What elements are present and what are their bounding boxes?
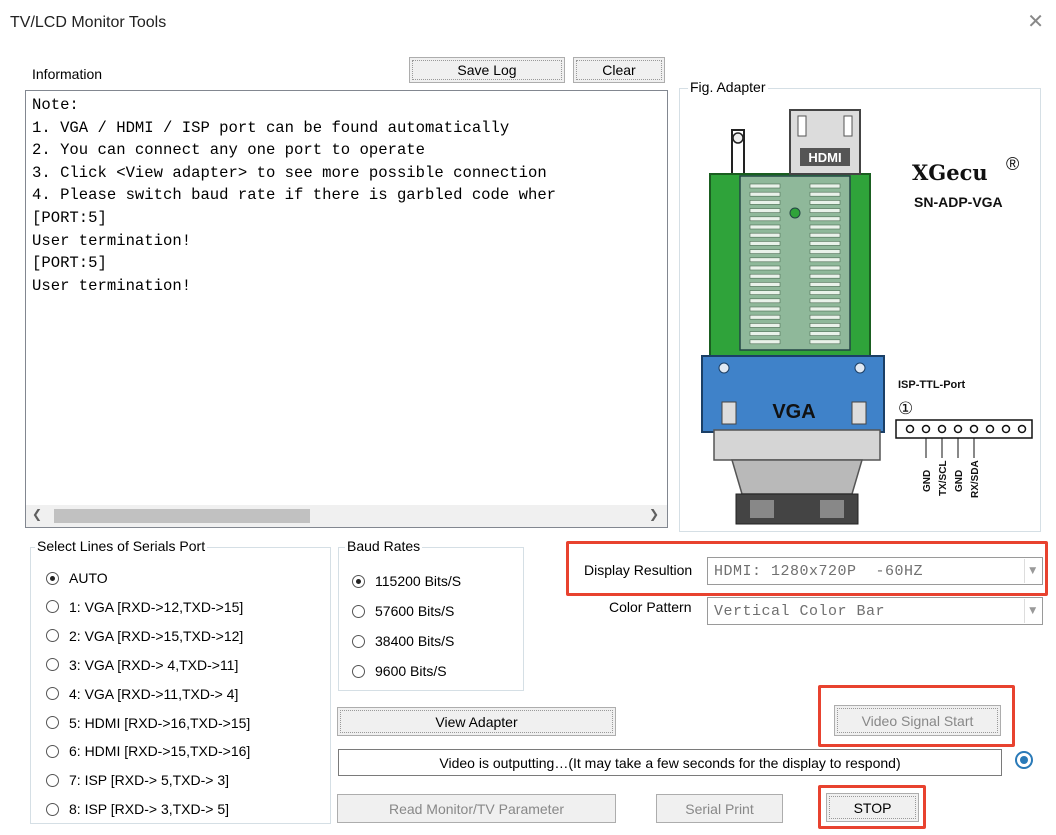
serial-line-option[interactable]: 1: VGA [RXD->12,TXD->15] xyxy=(46,599,243,615)
brand-logo: XGecu xyxy=(912,160,988,185)
read-monitor-parameter-button[interactable]: Read Monitor/TV Parameter xyxy=(337,794,616,823)
pin-label-rx-sda: RX/SDA xyxy=(970,460,981,498)
log-line: User termination! xyxy=(32,276,192,295)
color-pattern-dropdown[interactable]: Vertical Color Bar ▼ xyxy=(707,597,1043,625)
baud-rate-option[interactable]: 9600 Bits/S xyxy=(352,663,447,679)
log-line: User termination! xyxy=(32,231,192,250)
serial-line-option-label: 4: VGA [RXD->11,TXD-> 4] xyxy=(69,685,239,702)
pin-label-gnd-1: GND xyxy=(922,470,933,492)
isp-port-label: ISP-TTL-Port xyxy=(898,379,966,391)
radio-button-icon[interactable] xyxy=(46,773,59,787)
log-line: 3. Click <View adapter> to see more poss… xyxy=(32,163,547,182)
vga-label: VGA xyxy=(772,401,815,423)
radio-button-icon[interactable] xyxy=(352,664,365,678)
scroll-right-icon[interactable]: ❯ xyxy=(649,507,659,521)
serial-line-option-label: 1: VGA [RXD->12,TXD->15] xyxy=(69,598,244,615)
serial-print-button[interactable]: Serial Print xyxy=(656,794,783,823)
color-pattern-value: Vertical Color Bar xyxy=(714,602,886,620)
view-adapter-button[interactable]: View Adapter xyxy=(337,707,616,736)
pin-label-gnd-2: GND xyxy=(954,470,965,492)
serial-line-option[interactable]: 7: ISP [RXD-> 5,TXD-> 3] xyxy=(46,772,229,788)
serial-line-option-label: 2: VGA [RXD->15,TXD->12] xyxy=(69,627,244,644)
window-title: TV/LCD Monitor Tools xyxy=(10,14,167,31)
radio-button-icon[interactable] xyxy=(352,604,365,618)
log-line: 2. You can connect any one port to opera… xyxy=(32,141,426,160)
serial-line-option[interactable]: 6: HDMI [RXD->15,TXD->16] xyxy=(46,743,250,759)
serial-line-option-label: 6: HDMI [RXD->15,TXD->16] xyxy=(69,743,251,760)
adapter-image: HDMI VGA XGecu ® SN-ADP-VGA ISP-TTL-Port… xyxy=(701,109,1033,525)
log-line: [PORT:5] xyxy=(32,254,107,273)
chevron-down-icon[interactable]: ▼ xyxy=(1024,559,1041,583)
clear-button[interactable]: Clear xyxy=(573,57,665,83)
serial-lines-legend: Select Lines of Serials Port xyxy=(35,538,208,554)
color-pattern-label: Color Pattern xyxy=(609,599,692,615)
baud-rate-option-label: 38400 Bits/S xyxy=(375,633,455,649)
serial-line-option-label: AUTO xyxy=(69,570,108,586)
baud-rate-option[interactable]: 115200 Bits/S xyxy=(352,573,461,589)
radio-button-icon[interactable] xyxy=(352,634,365,648)
log-line: [PORT:5] xyxy=(32,208,107,227)
registered-mark: ® xyxy=(1006,154,1019,174)
serial-line-option[interactable]: 4: VGA [RXD->11,TXD-> 4] xyxy=(46,686,238,702)
adapter-figure-legend: Fig. Adapter xyxy=(688,79,768,95)
display-resolution-value: HDMI: 1280x720P -60HZ xyxy=(714,562,924,580)
serial-line-option[interactable]: 2: VGA [RXD->15,TXD->12] xyxy=(46,628,243,644)
pin-one-marker: ① xyxy=(898,399,913,418)
serial-line-option-label: 5: HDMI [RXD->16,TXD->15] xyxy=(69,714,251,731)
model-label: SN-ADP-VGA xyxy=(914,194,1003,210)
information-text: Note: 1. VGA / HDMI / ISP port can be fo… xyxy=(26,91,667,297)
baud-rates-legend: Baud Rates xyxy=(345,538,423,554)
radio-button-icon[interactable] xyxy=(46,744,59,758)
stop-button[interactable]: STOP xyxy=(826,793,919,822)
display-resolution-dropdown[interactable]: HDMI: 1280x720P -60HZ ▼ xyxy=(707,557,1043,585)
horizontal-scrollbar[interactable]: ❮ ❯ xyxy=(26,505,667,527)
save-log-button[interactable]: Save Log xyxy=(409,57,565,83)
serial-line-option[interactable]: 3: VGA [RXD-> 4,TXD->11] xyxy=(46,657,238,673)
radio-button-icon[interactable] xyxy=(46,687,59,701)
information-label: Information xyxy=(32,66,103,82)
log-line: 4. Please switch baud rate if there is g… xyxy=(32,186,557,205)
serial-line-option[interactable]: 5: HDMI [RXD->16,TXD->15] xyxy=(46,715,250,731)
video-status-field: Video is outputting…(It may take a few s… xyxy=(338,749,1002,776)
radio-button-icon[interactable] xyxy=(46,600,59,614)
radio-button-icon[interactable] xyxy=(46,802,59,816)
video-signal-start-button[interactable]: Video Signal Start xyxy=(834,705,1001,736)
radio-button-icon[interactable] xyxy=(46,629,59,643)
baud-rate-option-label: 9600 Bits/S xyxy=(375,663,447,679)
baud-rate-option-label: 115200 Bits/S xyxy=(375,573,462,589)
scrollbar-thumb[interactable] xyxy=(54,509,310,523)
hdmi-label: HDMI xyxy=(808,150,841,165)
chevron-down-icon[interactable]: ▼ xyxy=(1024,599,1041,623)
radio-button-icon[interactable] xyxy=(46,716,59,729)
scroll-left-icon[interactable]: ❮ xyxy=(32,507,42,521)
pin-label-tx-scl: TX/SCL xyxy=(938,460,949,496)
baud-rate-option[interactable]: 38400 Bits/S xyxy=(352,633,454,649)
serial-line-option-label: 8: ISP [RXD-> 3,TXD-> 5] xyxy=(69,801,230,818)
baud-rate-option[interactable]: 57600 Bits/S xyxy=(352,603,454,619)
baud-rate-option-label: 57600 Bits/S xyxy=(375,603,455,619)
status-indicator-icon xyxy=(1015,751,1033,769)
serial-line-option[interactable]: AUTO xyxy=(46,570,108,586)
isp-pin-labels: GND TX/SCL GND RX/SDA xyxy=(922,438,981,498)
serial-line-option[interactable]: 8: ISP [RXD-> 3,TXD-> 5] xyxy=(46,801,229,817)
display-resolution-label: Display Resultion xyxy=(584,562,693,578)
close-icon[interactable]: ✕ xyxy=(1027,12,1044,32)
isp-pin-header xyxy=(895,419,1033,439)
log-line: 1. VGA / HDMI / ISP port can be found au… xyxy=(32,118,510,137)
information-log[interactable]: Note: 1. VGA / HDMI / ISP port can be fo… xyxy=(25,90,668,528)
log-line: Note: xyxy=(32,96,79,114)
radio-button-icon[interactable] xyxy=(352,574,365,588)
serial-line-option-label: 7: ISP [RXD-> 5,TXD-> 3] xyxy=(69,772,230,789)
radio-button-icon[interactable] xyxy=(46,571,59,585)
serial-line-option-label: 3: VGA [RXD-> 4,TXD->11] xyxy=(69,656,239,673)
radio-button-icon[interactable] xyxy=(46,658,59,672)
